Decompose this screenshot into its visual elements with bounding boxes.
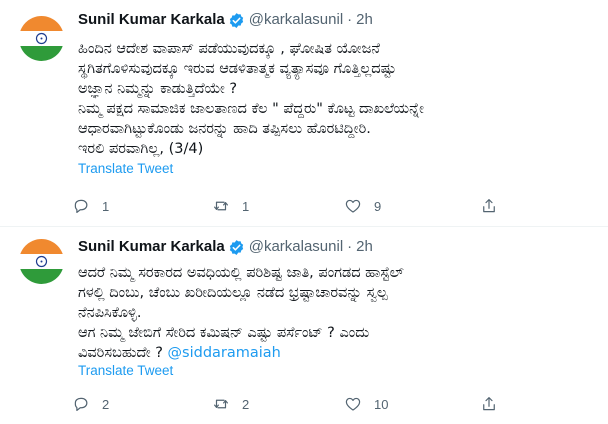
verified-badge-icon — [228, 239, 245, 256]
heart-icon — [345, 397, 361, 411]
share-icon — [483, 199, 495, 213]
mention-link[interactable]: @siddaramaiah — [168, 345, 281, 361]
indian-flag-avatar-icon — [19, 239, 64, 284]
share-button[interactable] — [480, 194, 498, 218]
author-name[interactable]: Sunil Kumar Karkala — [78, 238, 225, 256]
avatar[interactable] — [19, 239, 64, 284]
share-icon — [483, 397, 495, 411]
tweet-header: Sunil Kumar Karkala @karkalasunil · 2h — [78, 11, 373, 29]
tweet-actions: 2 2 10 — [72, 392, 512, 416]
reply-count: 1 — [102, 198, 110, 214]
retweet-count: 1 — [242, 198, 250, 214]
author-name[interactable]: Sunil Kumar Karkala — [78, 11, 225, 29]
translate-tweet-link[interactable]: Translate Tweet — [78, 161, 173, 176]
reply-icon — [74, 199, 88, 213]
separator-dot: · — [347, 238, 353, 255]
retweet-count: 2 — [242, 396, 250, 412]
tweet-text: ಹಿಂದಿನ ಆದೇಶ ವಾಪಾಸ್ ಪಡೆಯುವುದಕ್ಕೂ , ಘೋಷಿತ … — [78, 39, 588, 159]
like-count: 9 — [374, 198, 382, 214]
tweet[interactable]: Sunil Kumar Karkala @karkalasunil · 2h ಹ… — [0, 0, 608, 227]
author-handle[interactable]: @karkalasunil — [249, 11, 343, 29]
reply-icon — [74, 397, 88, 411]
retweet-icon — [214, 399, 228, 409]
tweet-text-body: ಹಿಂದಿನ ಆದೇಶ ವಾಪಾಸ್ ಪಡೆಯುವುದಕ್ಕೂ , ಘೋಷಿತ … — [78, 41, 424, 157]
author-handle[interactable]: @karkalasunil — [249, 238, 343, 256]
verified-badge-icon — [228, 12, 245, 29]
retweet-button[interactable]: 1 — [212, 194, 249, 218]
indian-flag-avatar-icon — [19, 16, 64, 61]
retweet-icon — [214, 201, 228, 211]
reply-count: 2 — [102, 396, 110, 412]
separator-dot: · — [347, 11, 353, 28]
share-button[interactable] — [480, 392, 498, 416]
tweet[interactable]: Sunil Kumar Karkala @karkalasunil · 2h ಆ… — [0, 227, 608, 424]
avatar[interactable] — [19, 16, 64, 61]
heart-icon — [345, 199, 361, 213]
timestamp[interactable]: 2h — [356, 238, 373, 256]
reply-button[interactable]: 1 — [72, 194, 109, 218]
retweet-button[interactable]: 2 — [212, 392, 249, 416]
reply-button[interactable]: 2 — [72, 392, 109, 416]
like-button[interactable]: 9 — [344, 194, 381, 218]
tweet-header: Sunil Kumar Karkala @karkalasunil · 2h — [78, 238, 373, 256]
translate-tweet-link[interactable]: Translate Tweet — [78, 363, 173, 378]
timestamp[interactable]: 2h — [356, 11, 373, 29]
like-button[interactable]: 10 — [344, 392, 388, 416]
tweet-text: ಆದರೆ ನಿಮ್ಮ ಸರಕಾರದ ಅವಧಿಯಲ್ಲಿ ಪರಿಶಿಷ್ಟ ಜಾತ… — [78, 263, 588, 363]
tweet-actions: 1 1 9 — [72, 194, 512, 218]
like-count: 10 — [374, 396, 389, 412]
